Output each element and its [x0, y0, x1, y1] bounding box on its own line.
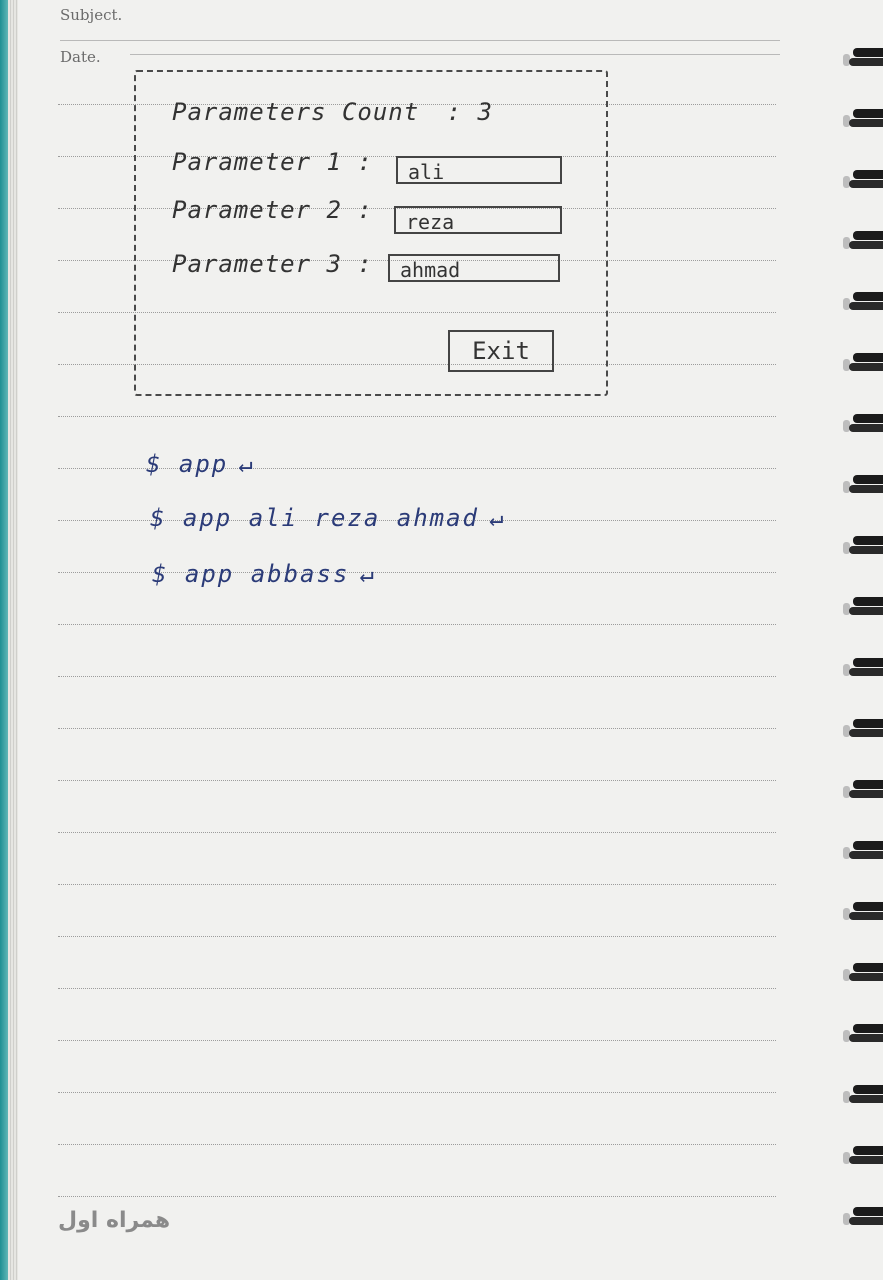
- enter-arrow-icon: ↵: [359, 560, 376, 588]
- parameter-2-input[interactable]: reza: [394, 206, 562, 234]
- spiral-wire: [843, 170, 883, 194]
- ruled-line: [58, 884, 776, 885]
- command-3-text: $ app abbass: [152, 560, 350, 588]
- ruled-line: [58, 1144, 776, 1145]
- spiral-wire: [843, 475, 883, 499]
- notebook-sheet-edges: [8, 0, 18, 1280]
- enter-arrow-icon: ↵: [488, 504, 506, 532]
- sketch-app-window: Parameters Count : 3 Parameter 1 : ali P…: [134, 70, 608, 396]
- spiral-wire: [843, 48, 883, 72]
- command-line-3: $ app abbass ↵: [152, 560, 376, 588]
- notebook-cover-edge: [0, 0, 8, 1280]
- command-1-text: $ app: [146, 450, 229, 478]
- subject-label: Subject.: [60, 6, 123, 24]
- parameter-3-input[interactable]: ahmad: [388, 254, 560, 282]
- parameters-count-label: Parameters Count : 3: [172, 98, 493, 126]
- spiral-wire: [843, 1024, 883, 1048]
- parameters-count-text: Parameters Count: [172, 98, 420, 126]
- ruled-line: [58, 988, 776, 989]
- parameter-1-input[interactable]: ali: [396, 156, 562, 184]
- ruled-line: [58, 416, 776, 417]
- spiral-wire: [843, 1207, 883, 1231]
- spiral-wire: [843, 780, 883, 804]
- brand-logo: همراه اول: [58, 1208, 171, 1233]
- parameter-1-label: Parameter 1 :: [172, 148, 373, 176]
- parameter-3-label: Parameter 3 :: [172, 250, 373, 278]
- command-line-2: $ app ali reza ahmad ↵: [150, 504, 505, 532]
- spiral-wire: [843, 1085, 883, 1109]
- parameters-count-value: : 3: [446, 98, 493, 126]
- spiral-wire: [843, 597, 883, 621]
- spiral-wire: [843, 902, 883, 926]
- command-line-1: $ app ↵: [146, 450, 255, 478]
- spiral-wire: [843, 536, 883, 560]
- ruled-line: [58, 780, 776, 781]
- spiral-wire: [843, 963, 883, 987]
- subject-rule: [60, 40, 780, 41]
- ruled-line: [58, 624, 776, 625]
- exit-button[interactable]: Exit: [448, 330, 554, 372]
- ruled-line: [58, 676, 776, 677]
- spiral-wire: [843, 414, 883, 438]
- parameter-2-label: Parameter 2 :: [172, 196, 373, 224]
- spiral-wire: [843, 353, 883, 377]
- command-2-text: $ app ali reza ahmad: [150, 504, 479, 532]
- spiral-wire: [843, 841, 883, 865]
- spiral-wire: [843, 719, 883, 743]
- ruled-line: [58, 832, 776, 833]
- ruled-line: [58, 1040, 776, 1041]
- enter-arrow-icon: ↵: [238, 450, 255, 478]
- spiral-wire: [843, 231, 883, 255]
- spiral-wire: [843, 109, 883, 133]
- date-label: Date.: [60, 48, 101, 66]
- spiral-wire: [843, 658, 883, 682]
- ruled-line: [58, 1196, 776, 1197]
- ruled-line: [58, 936, 776, 937]
- ruled-line: [58, 1092, 776, 1093]
- ruled-line: [58, 728, 776, 729]
- spiral-wire: [843, 1146, 883, 1170]
- spiral-wire: [843, 292, 883, 316]
- notebook-page: Subject. Date. Parameters Count : 3 Para…: [0, 0, 883, 1280]
- date-rule: [130, 54, 780, 55]
